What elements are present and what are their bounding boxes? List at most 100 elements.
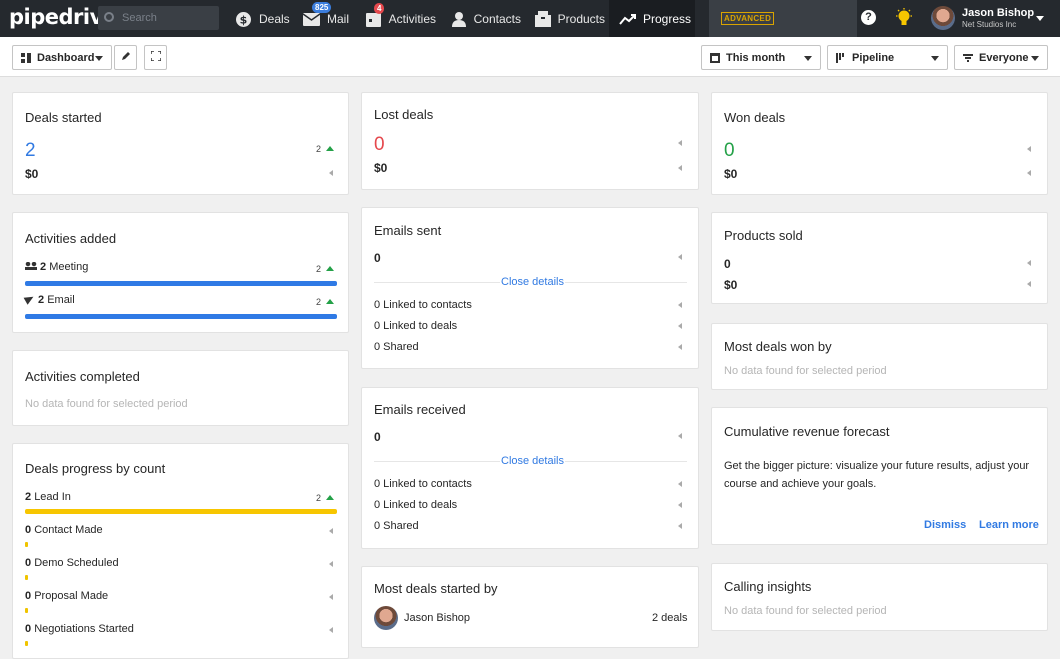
products-sold-card[interactable]: Products sold 0 $0 <box>711 212 1048 304</box>
nav-deals[interactable]: $ Deals <box>235 0 295 37</box>
row-number: 0 <box>25 524 32 536</box>
user-avatar[interactable] <box>931 6 955 30</box>
email-progress-bar <box>25 314 337 319</box>
card-title: Emails received <box>374 402 466 417</box>
deals-progress-card[interactable]: Deals progress by count 2 Lead In 2 0 Co… <box>12 443 349 659</box>
trend-count: 2 <box>316 144 322 154</box>
expand-left-icon[interactable] <box>329 170 333 176</box>
activity-row-email[interactable]: 2 Email <box>23 293 75 306</box>
card-title: Deals started <box>25 110 102 125</box>
expand-left-icon[interactable] <box>678 481 682 487</box>
nav-label: Products <box>557 11 605 26</box>
row-number: 0 <box>25 590 32 602</box>
deals-started-card[interactable]: Deals started 2 2 $0 <box>12 92 349 195</box>
search-placeholder: Search <box>122 12 157 24</box>
deals-started-count[interactable]: 2 <box>25 140 36 162</box>
email-stat-row[interactable]: 0 Shared <box>374 341 419 353</box>
card-title: Most deals won by <box>724 339 832 354</box>
activity-row-meeting[interactable]: 2 Meeting <box>25 261 88 273</box>
dashboard-select[interactable]: Dashboard <box>12 45 112 70</box>
fullscreen-icon <box>149 50 162 64</box>
won-deals-count[interactable]: 0 <box>724 140 735 162</box>
edit-dashboard-button[interactable] <box>114 45 137 70</box>
close-details-link[interactable]: Close details <box>500 455 565 467</box>
products-sold-value[interactable]: $0 <box>724 278 737 292</box>
stage-row[interactable]: 0 Demo Scheduled <box>25 557 119 569</box>
stage-row[interactable]: 0 Contact Made <box>25 524 103 536</box>
expand-left-icon[interactable] <box>678 165 682 171</box>
products-sold-count[interactable]: 0 <box>724 257 731 271</box>
nav-mail[interactable]: 825 Mail <box>302 0 358 37</box>
dismiss-link[interactable]: Dismiss <box>924 519 966 531</box>
lost-deals-card[interactable]: Lost deals 0 $0 <box>361 92 699 190</box>
expand-left-icon[interactable] <box>329 594 333 600</box>
expand-left-icon[interactable] <box>678 523 682 529</box>
calling-insights-card[interactable]: Calling insights No data found for selec… <box>711 563 1048 631</box>
expand-left-icon[interactable] <box>1027 170 1031 176</box>
nav-contacts[interactable]: Contacts <box>451 0 521 37</box>
filter-icon <box>963 53 973 62</box>
mail-icon: 825 <box>302 1 332 27</box>
stage-row[interactable]: 0 Proposal Made <box>25 590 108 602</box>
fullscreen-button[interactable] <box>144 45 167 70</box>
card-title: Activities completed <box>25 369 140 384</box>
owner-label: Everyone <box>979 51 1029 64</box>
search-input[interactable]: Search <box>98 6 219 30</box>
most-deals-started-card[interactable]: Most deals started by Jason Bishop 2 dea… <box>361 566 699 648</box>
activities-completed-card[interactable]: Activities completed No data found for s… <box>12 350 349 426</box>
expand-left-icon[interactable] <box>329 627 333 633</box>
stage-row[interactable]: 0 Negotiations Started <box>25 623 134 635</box>
expand-left-icon[interactable] <box>678 433 682 439</box>
expand-left-icon[interactable] <box>678 254 682 260</box>
nav-products[interactable]: Products <box>535 0 605 37</box>
chevron-down-icon[interactable] <box>1036 16 1044 21</box>
help-icon[interactable]: ? <box>861 10 876 25</box>
email-stat-row[interactable]: 0 Linked to deals <box>374 499 457 511</box>
expand-left-icon[interactable] <box>678 140 682 146</box>
person-name[interactable]: Jason Bishop <box>404 612 470 624</box>
close-details-link[interactable]: Close details <box>500 276 565 288</box>
emails-sent-card[interactable]: Emails sent 0 Close details 0 Linked to … <box>361 207 699 369</box>
most-deals-won-card[interactable]: Most deals won by No data found for sele… <box>711 323 1048 390</box>
pipeline-select[interactable]: Pipeline <box>827 45 948 70</box>
lost-deals-value[interactable]: $0 <box>374 161 387 175</box>
email-stat-row[interactable]: 0 Shared <box>374 520 419 532</box>
advanced-plan-area[interactable]: ADVANCED <box>709 0 857 37</box>
stage-progress-bar <box>25 575 28 580</box>
stage-row[interactable]: 2 Lead In <box>25 491 71 503</box>
lost-deals-count[interactable]: 0 <box>374 134 385 156</box>
nav-activities[interactable]: 4 Activities <box>366 0 436 37</box>
nav-label: Mail <box>327 11 350 26</box>
expand-left-icon[interactable] <box>329 528 333 534</box>
emails-received-count[interactable]: 0 <box>374 430 381 444</box>
period-select[interactable]: This month <box>701 45 821 70</box>
expand-left-icon[interactable] <box>1027 146 1031 152</box>
stage-progress-bar <box>25 608 28 613</box>
expand-left-icon[interactable] <box>678 302 682 308</box>
email-stat-row[interactable]: 0 Linked to deals <box>374 320 457 332</box>
empty-message: No data found for selected period <box>25 398 188 410</box>
deals-started-value[interactable]: $0 <box>25 167 38 181</box>
expand-left-icon[interactable] <box>1027 281 1031 287</box>
revenue-forecast-card[interactable]: Cumulative revenue forecast Get the bigg… <box>711 407 1048 545</box>
nav-label: Deals <box>259 11 290 26</box>
won-deals-value[interactable]: $0 <box>724 167 737 181</box>
chevron-down-icon <box>931 56 939 61</box>
email-stat-row[interactable]: 0 Linked to contacts <box>374 478 472 490</box>
expand-left-icon[interactable] <box>678 323 682 329</box>
won-deals-card[interactable]: Won deals 0 $0 <box>711 92 1048 195</box>
expand-left-icon[interactable] <box>678 502 682 508</box>
emails-sent-count[interactable]: 0 <box>374 251 381 265</box>
emails-received-card[interactable]: Emails received 0 Close details 0 Linked… <box>361 387 699 549</box>
nav-label: Activities <box>388 11 436 26</box>
expand-left-icon[interactable] <box>678 344 682 350</box>
lightbulb-icon[interactable] <box>896 8 912 28</box>
nav-progress[interactable]: Progress <box>609 0 695 37</box>
expand-left-icon[interactable] <box>1027 260 1031 266</box>
email-stat-row[interactable]: 0 Linked to contacts <box>374 299 472 311</box>
expand-left-icon[interactable] <box>329 561 333 567</box>
user-name[interactable]: Jason Bishop <box>962 7 1034 19</box>
activities-added-card[interactable]: Activities added 2 Meeting 2 2 Email 2 <box>12 212 349 333</box>
owner-filter-select[interactable]: Everyone <box>954 45 1048 70</box>
learn-more-link[interactable]: Learn more <box>979 519 1039 531</box>
